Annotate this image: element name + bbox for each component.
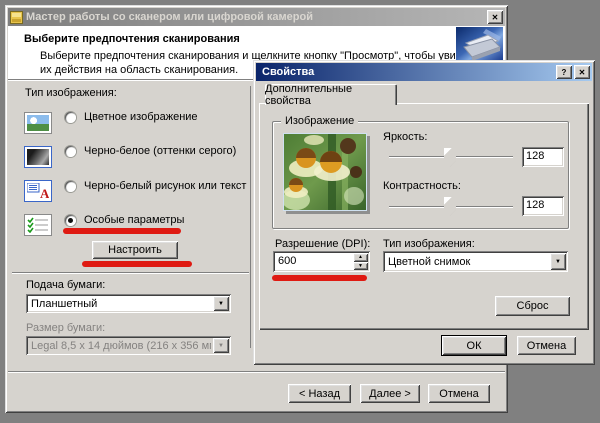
properties-cancel-button[interactable]: Отмена (517, 336, 576, 355)
ok-button[interactable]: ОК (441, 335, 507, 356)
back-button[interactable]: < Назад (288, 384, 351, 403)
paper-source-select[interactable]: Планшетный ▼ (26, 294, 231, 313)
picture-type-select[interactable]: Цветной снимок ▼ (383, 251, 568, 272)
configure-button[interactable]: Настроить (92, 241, 178, 259)
radio-custom-params[interactable] (65, 215, 76, 226)
brightness-label: Яркость: (383, 131, 427, 143)
radio-bw-text-label[interactable]: Черно-белый рисунок или текст (84, 180, 246, 192)
wizard-titlebar: Мастер работы со сканером или цифровой к… (8, 8, 505, 26)
custom-settings-icon (24, 214, 52, 236)
document-text-icon: A (24, 180, 52, 202)
wizard-footer-divider (8, 371, 505, 373)
contrast-slider-thumb[interactable] (444, 197, 456, 216)
wizard-header-line2: их действия на область сканирования. (40, 64, 238, 76)
wizard-cancel-button[interactable]: Отмена (428, 384, 490, 403)
paper-size-value: Legal 8,5 x 14 дюймов (216 x 356 мм) (31, 340, 211, 352)
tab-advanced-properties-label: Дополнительные свойства (265, 83, 397, 107)
resolution-label: Разрешение (DPI): (275, 238, 370, 250)
wizard-cancel-button-label: Отмена (439, 388, 478, 400)
properties-titlebar: Свойства ? ✕ (256, 63, 592, 81)
spin-up-icon[interactable]: ▲ (353, 253, 368, 262)
brightness-slider-thumb[interactable] (444, 148, 456, 167)
properties-close-button[interactable]: ✕ (574, 65, 590, 79)
properties-cancel-button-label: Отмена (527, 340, 566, 352)
highlight-underline-resolution (272, 275, 367, 281)
contrast-value-field[interactable]: 128 (522, 196, 564, 216)
chevron-down-icon[interactable]: ▼ (213, 296, 229, 311)
preview-pane-edge (250, 86, 251, 348)
paper-size-label: Размер бумаги: (26, 322, 105, 334)
next-button[interactable]: Далее > (360, 384, 420, 403)
resolution-value: 600 (278, 255, 296, 267)
tab-advanced-properties[interactable]: Дополнительные свойства (265, 84, 397, 105)
picture-type-value: Цветной снимок (388, 256, 548, 268)
radio-grayscale-image-label[interactable]: Черно-белое (оттенки серого) (84, 145, 236, 157)
properties-dialog: Свойства ? ✕ Дополнительные свойства Изо… (253, 60, 595, 365)
wizard-header-title: Выберите предпочтения сканирования (24, 33, 240, 45)
image-type-label: Тип изображения: (25, 87, 117, 99)
wizard-app-icon (10, 11, 23, 24)
contrast-label: Контрастность: (383, 180, 461, 192)
picture-type-label: Тип изображения: (383, 238, 475, 250)
desktop: Мастер работы со сканером или цифровой к… (0, 0, 600, 423)
chevron-down-icon[interactable]: ▼ (550, 253, 566, 270)
paper-size-select: Legal 8,5 x 14 дюймов (216 x 356 мм) ▼ (26, 336, 231, 355)
wizard-close-button[interactable]: ✕ (487, 10, 503, 24)
reset-button-label: Сброс (517, 300, 549, 312)
highlight-underline-custom-params (63, 228, 181, 234)
next-button-label: Далее > (369, 388, 411, 400)
properties-title: Свойства (258, 66, 556, 78)
wizard-title: Мастер работы со сканером или цифровой к… (23, 11, 487, 23)
radio-bw-text[interactable] (65, 181, 76, 192)
radio-color-image[interactable] (65, 112, 76, 123)
image-groupbox: Изображение (272, 121, 569, 229)
brightness-value-field[interactable]: 128 (522, 147, 564, 167)
ok-button-label: ОК (467, 340, 482, 352)
svg-text:A: A (40, 186, 49, 199)
contrast-value: 128 (526, 199, 544, 211)
scanner-icon (456, 27, 503, 62)
help-icon: ? (562, 68, 567, 77)
chevron-down-icon-disabled: ▼ (213, 338, 229, 353)
color-photo-icon (24, 112, 52, 134)
preview-photo (283, 133, 367, 211)
radio-grayscale-image[interactable] (65, 146, 76, 157)
image-group-label: Изображение (281, 115, 358, 127)
radio-color-image-label[interactable]: Цветное изображение (84, 111, 198, 123)
paper-source-label: Подача бумаги: (26, 279, 105, 291)
resolution-input[interactable]: 600 ▲ ▼ (273, 251, 370, 272)
configure-button-label: Настроить (108, 244, 162, 256)
reset-button[interactable]: Сброс (495, 296, 570, 316)
radio-custom-params-label[interactable]: Особые параметры (84, 214, 184, 226)
help-button[interactable]: ? (556, 65, 572, 79)
highlight-underline-configure (82, 261, 192, 267)
close-icon: ✕ (492, 13, 499, 22)
left-panel-divider (12, 272, 249, 274)
close-icon: ✕ (579, 68, 586, 77)
grayscale-photo-icon (24, 146, 52, 168)
spin-down-icon[interactable]: ▼ (353, 262, 368, 271)
brightness-value: 128 (526, 150, 544, 162)
back-button-label: < Назад (299, 388, 340, 400)
paper-source-value: Планшетный (31, 298, 211, 310)
